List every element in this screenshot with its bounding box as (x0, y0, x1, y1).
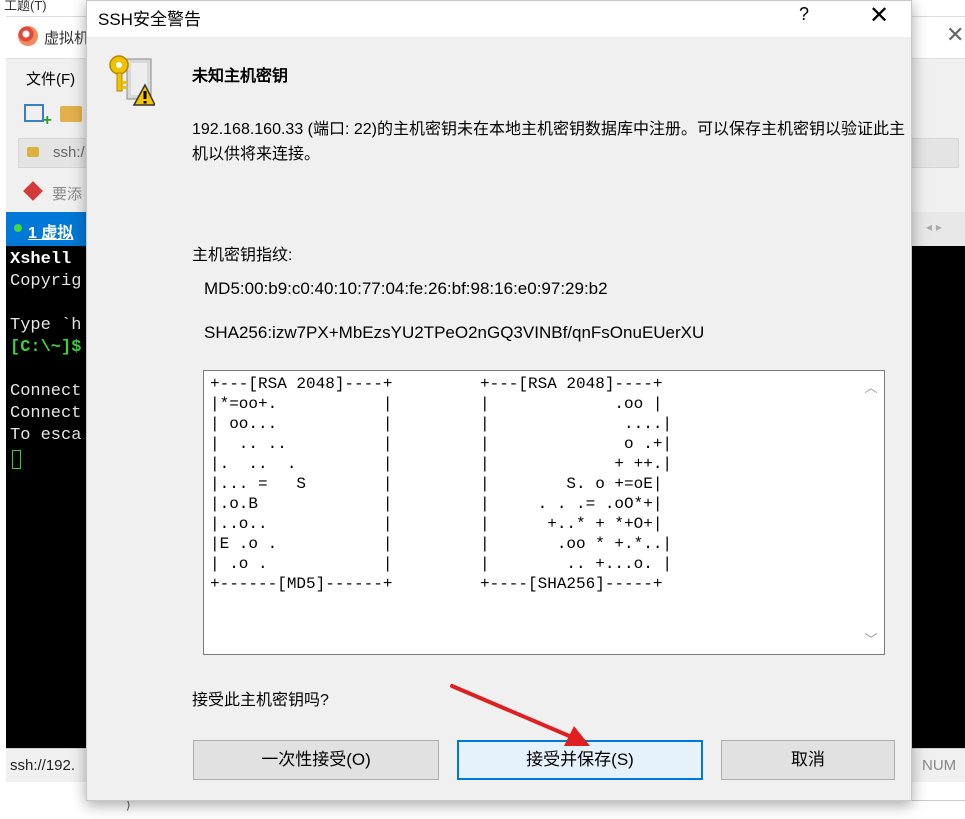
menu-file[interactable]: 文件(F) (26, 68, 75, 89)
background-window-title: 虚拟机 (44, 30, 90, 47)
randomart-sha256: +---[RSA 2048]----+ | .oo | | ....| | o … (480, 375, 673, 593)
red-arrow-annotation (450, 684, 590, 746)
open-folder-icon[interactable] (60, 106, 82, 122)
cancel-button[interactable]: 取消 (721, 740, 895, 780)
dialog-title: SSH安全警告 (98, 10, 201, 29)
status-connection-text: ssh://192. (10, 757, 76, 774)
md5-fingerprint: MD5:00:b9:c0:40:10:77:04:fe:26:bf:98:16:… (204, 279, 608, 298)
sha256-fingerprint: SHA256:izw7PX+MbEzsYU2TPeO2nGQ3VINBf/qnF… (204, 323, 705, 342)
accept-once-button[interactable]: 一次性接受(O) (193, 740, 439, 780)
terminal-line: To esca (10, 426, 82, 445)
tab-scroll-arrows-icon[interactable]: ◂ ▸ (926, 220, 942, 234)
terminal-line: Connect (10, 404, 82, 423)
address-text: ssh:/ (53, 144, 85, 161)
xshell-app-icon (18, 26, 38, 46)
bookmark-icon (23, 181, 43, 201)
dialog-titlebar: SSH安全警告 ? ✕ (87, 1, 911, 37)
connected-status-icon (14, 224, 22, 232)
close-button[interactable]: ✕ (859, 1, 899, 31)
terminal-line: Copyrig (10, 272, 82, 291)
terminal-cursor (12, 450, 21, 469)
scroll-down-icon[interactable]: ﹀ (861, 629, 881, 649)
accept-question: 接受此主机密钥吗? (192, 692, 329, 709)
dialog-message: 192.168.160.33 (端口: 22)的主机密钥未在本地主机密钥数据库中… (192, 121, 906, 163)
lock-icon (27, 147, 39, 157)
terminal-prompt: [C:\~]$ (10, 338, 82, 357)
link-bar-text[interactable]: 要添 (52, 183, 82, 204)
background-top-text: 工题(T) (4, 0, 47, 13)
terminal-line: Xshell (10, 250, 72, 269)
scroll-up-icon[interactable]: ︿ (861, 377, 881, 397)
dialog-heading: 未知主机密钥 (192, 68, 289, 85)
terminal-line: Type `h (10, 316, 82, 335)
randomart-md5: +---[RSA 2048]----+ |*=oo+. | | oo... | … (210, 375, 393, 593)
randomart-textbox[interactable]: +---[RSA 2048]----+ |*=oo+. | | oo... | … (203, 370, 885, 655)
terminal-line: Connect (10, 382, 82, 401)
fingerprint-label: 主机密钥指纹: (192, 247, 293, 264)
session-tab[interactable]: 1 虚拟 (6, 212, 92, 246)
status-num-indicator: NUM (922, 757, 957, 774)
key-warning-icon (109, 55, 155, 106)
help-button[interactable]: ? (799, 4, 809, 25)
new-session-icon[interactable] (24, 104, 52, 130)
background-close-icon[interactable]: ✕ (946, 23, 964, 48)
session-tab-label: 1 虚拟 (28, 225, 74, 242)
